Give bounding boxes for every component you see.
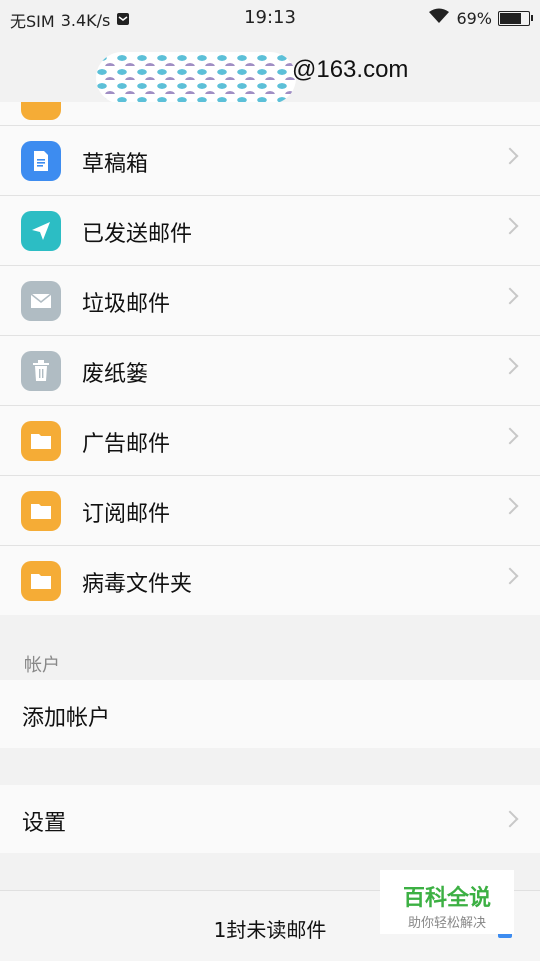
settings-button[interactable]: 设置 [0, 785, 540, 853]
folder-label: 已发送邮件 [82, 222, 193, 247]
draft-icon [21, 141, 61, 181]
folder-row-virus[interactable]: 病毒文件夹 [0, 545, 540, 615]
folder-label: 病毒文件夹 [82, 572, 193, 597]
chevron-right-icon [501, 497, 519, 515]
folder-row-partial[interactable] [0, 102, 540, 125]
folder-icon [21, 561, 61, 601]
folder-label: 废纸篓 [82, 362, 149, 387]
watermark-subtitle: 助你轻松解决 [407, 916, 486, 931]
add-account-label: 添加帐户 [22, 706, 111, 731]
chevron-right-icon [501, 357, 519, 375]
watermark-logo: 百科全说 助你轻松解决 [380, 870, 514, 934]
folder-label: 垃圾邮件 [82, 292, 171, 317]
battery-percent: 69% [456, 8, 492, 28]
mail-icon [21, 281, 61, 321]
folder-row-ads[interactable]: 广告邮件 [0, 405, 540, 475]
battery-icon [498, 10, 533, 26]
status-right: 69% [428, 8, 533, 28]
folder-row-spam[interactable]: 垃圾邮件 [0, 265, 540, 335]
account-name-redacted [96, 52, 296, 104]
chevron-right-icon [501, 810, 519, 828]
folder-icon [21, 102, 61, 120]
chevron-right-icon [501, 287, 519, 305]
accounts-section-title: 帐户 [24, 655, 60, 676]
wifi-icon [428, 8, 450, 28]
add-account-button[interactable]: 添加帐户 [0, 680, 540, 748]
folder-row-drafts[interactable]: 草稿箱 [0, 125, 540, 195]
account-header[interactable]: @163.com [0, 36, 540, 104]
status-bar: 无SIM 3.4K/s 19:13 69% [0, 0, 540, 36]
trash-icon [21, 351, 61, 391]
send-icon [21, 211, 61, 251]
folder-row-subscriptions[interactable]: 订阅邮件 [0, 475, 540, 545]
chevron-right-icon [501, 427, 519, 445]
folder-row-trash[interactable]: 废纸篓 [0, 335, 540, 405]
watermark-title: 百科全说 [402, 886, 491, 911]
folder-row-sent[interactable]: 已发送邮件 [0, 195, 540, 265]
settings-label: 设置 [22, 811, 67, 836]
chevron-right-icon [501, 567, 519, 585]
folder-icon [21, 491, 61, 531]
folder-icon [21, 421, 61, 461]
account-email: @163.com [292, 56, 409, 83]
battery-level [500, 12, 521, 24]
folder-list: 草稿箱 已发送邮件 垃圾邮件 废纸篓 广告邮件 订阅邮件 病毒文件夹 [0, 102, 540, 615]
folder-label: 订阅邮件 [82, 502, 171, 527]
folder-label: 广告邮件 [82, 432, 171, 457]
folder-label: 草稿箱 [82, 152, 149, 177]
chevron-right-icon [501, 147, 519, 165]
chevron-right-icon [501, 217, 519, 235]
